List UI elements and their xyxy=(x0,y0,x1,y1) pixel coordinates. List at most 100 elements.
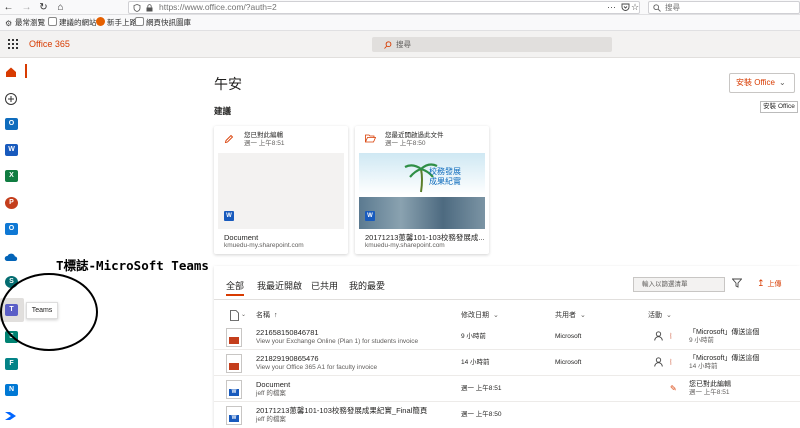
more-icon[interactable]: ··· xyxy=(607,2,616,13)
app-rail: O W X P O S T S F N xyxy=(0,58,27,428)
recommended-card-report[interactable]: 您最近開啟過此文件 週一 上午8:50 校務發展 成果紀實 W 20171213… xyxy=(355,126,489,254)
brand-title[interactable]: Office 365 xyxy=(29,39,70,50)
onenote-icon: N xyxy=(5,384,18,396)
table-row[interactable]: 221658150846781 View your Exchange Onlin… xyxy=(214,324,800,350)
file-type-icon xyxy=(230,310,239,321)
back-icon[interactable]: ← xyxy=(2,1,15,14)
attachment-icon: ⦚ xyxy=(670,358,672,367)
divider xyxy=(214,299,800,300)
install-office-button[interactable]: 安裝 Office ⌄ xyxy=(729,73,795,93)
word-icon: W xyxy=(224,211,234,221)
power-automate-icon xyxy=(5,412,16,420)
chevron-down-icon: ⌄ xyxy=(493,312,499,319)
chevron-down-icon[interactable]: ⌄ xyxy=(241,311,246,320)
annotation-text: T標誌-MicroSoft Teams xyxy=(56,258,209,273)
gear-icon: ⚙ xyxy=(5,19,13,28)
tab-shared[interactable]: 已共用 xyxy=(311,281,338,292)
bookmark-getting-started[interactable]: 新手上路 xyxy=(96,17,137,29)
card-thumbnail: 校務發展 成果紀實 W xyxy=(359,153,485,229)
outlook-icon: O xyxy=(5,118,18,130)
pencil-icon xyxy=(224,134,234,144)
forms-icon: F xyxy=(5,358,18,370)
annotation-ellipse xyxy=(0,273,98,351)
search-icon xyxy=(384,41,392,49)
pdf-file-icon xyxy=(226,328,242,347)
rail-outlook-mail[interactable]: O xyxy=(4,221,20,237)
rail-powerpoint[interactable]: P xyxy=(4,195,20,211)
pencil-icon: ✎ xyxy=(670,384,677,393)
rail-excel[interactable]: X xyxy=(4,168,20,184)
active-indicator xyxy=(25,64,27,78)
pocket-icon[interactable] xyxy=(621,3,630,12)
browser-search-input[interactable]: 搜尋 xyxy=(648,1,800,14)
rail-onedrive[interactable] xyxy=(4,248,20,264)
column-activity[interactable]: 活動 ⌄ xyxy=(648,311,672,320)
word-icon: W xyxy=(5,144,18,156)
table-row[interactable]: W 20171213蔥馨101-103校務發展成果紀實_Final簡頁 jeff… xyxy=(214,402,800,428)
filter-input[interactable]: 輸入以篩選清單 xyxy=(633,277,725,292)
filter-icon[interactable] xyxy=(732,278,742,288)
recommended-title: 建議 xyxy=(214,106,232,116)
files-panel: 全部 我最近開啟 已共用 我的最愛 輸入以篩選清單 ↥ 上傳 ⌄ 名稱 ↑ 修改日期… xyxy=(214,266,800,428)
word-file-icon: W xyxy=(226,380,242,399)
o365-header: Office 365 搜尋 xyxy=(0,31,800,58)
browser-search-placeholder: 搜尋 xyxy=(665,3,680,12)
install-office-tooltip: 安裝 Office xyxy=(760,101,798,113)
url-text: https://www.office.com/?auth=2 xyxy=(159,2,277,12)
group-photo xyxy=(359,197,485,229)
reload-icon[interactable]: ↻ xyxy=(37,1,50,14)
recommended-card-document[interactable]: 您已對此編輯 週一 上午8:51 W Document kmuedu-my.sh… xyxy=(214,126,348,254)
home-icon xyxy=(6,67,16,77)
browser-toolbar: ← → ↻ ⌂ https://www.office.com/?auth=2 ·… xyxy=(0,0,800,15)
tab-all[interactable]: 全部 xyxy=(226,281,244,292)
word-icon: W xyxy=(365,211,375,221)
chevron-down-icon: ⌄ xyxy=(580,312,586,319)
search-icon xyxy=(653,4,661,12)
rail-power-automate[interactable] xyxy=(4,408,20,424)
tab-recent[interactable]: 我最近開啟 xyxy=(257,281,302,292)
page-icon xyxy=(135,17,144,26)
o365-search-placeholder: 搜尋 xyxy=(396,40,411,49)
folder-open-icon xyxy=(365,134,376,143)
powerpoint-icon: P xyxy=(5,197,18,209)
onedrive-icon xyxy=(4,253,18,261)
active-tab-indicator xyxy=(226,294,244,296)
bookmark-suggested[interactable]: 建議的網站 xyxy=(48,17,97,29)
page-icon xyxy=(48,17,57,26)
rail-create[interactable] xyxy=(4,91,20,107)
word-file-icon: W xyxy=(226,406,242,425)
table-row[interactable]: W Document jeff 的檔案 週一 上午8:51 ✎ 您已對此編輯 週… xyxy=(214,376,800,402)
add-circle-icon xyxy=(5,93,17,105)
rail-forms[interactable]: F xyxy=(4,356,20,372)
attachment-icon: ⦚ xyxy=(670,332,672,341)
tab-favorites[interactable]: 我的最愛 xyxy=(349,281,385,292)
shield-icon xyxy=(133,4,141,12)
forward-icon[interactable]: → xyxy=(20,1,33,14)
thumbnail-title: 校務發展 xyxy=(429,167,461,176)
chevron-down-icon: ⌄ xyxy=(666,312,672,319)
star-icon[interactable]: ☆ xyxy=(631,2,639,13)
upload-button[interactable]: ↥ 上傳 xyxy=(757,278,782,290)
o365-search-input[interactable]: 搜尋 xyxy=(372,37,612,52)
card-thumbnail: W xyxy=(218,153,344,229)
column-shared-by[interactable]: 共用者 ⌄ xyxy=(555,311,586,320)
home-icon[interactable]: ⌂ xyxy=(54,1,67,14)
bookmark-most-visited[interactable]: ⚙ 最常瀏覽 xyxy=(5,17,45,29)
rail-word[interactable]: W xyxy=(4,142,20,158)
rail-onenote[interactable]: N xyxy=(4,382,20,398)
address-bar[interactable]: https://www.office.com/?auth=2 ··· ☆ xyxy=(128,1,640,14)
table-row[interactable]: 221829190865476 View your Office 365 A1 … xyxy=(214,350,800,376)
upload-icon: ↥ xyxy=(757,278,765,288)
chevron-down-icon: ⌄ xyxy=(778,78,786,87)
thumbnail-subtitle: 成果紀實 xyxy=(429,177,461,186)
person-icon xyxy=(654,331,663,341)
column-modified[interactable]: 修改日期 ⌄ xyxy=(461,311,499,320)
lock-icon xyxy=(146,4,153,12)
column-name[interactable]: 名稱 ↑ xyxy=(256,311,278,320)
bookmarks-bar: ⚙ 最常瀏覽 建議的網站 新手上路 網頁快訊圖庫 xyxy=(0,15,800,31)
rail-home[interactable] xyxy=(4,64,20,80)
app-launcher-icon[interactable] xyxy=(8,39,18,49)
rail-outlook[interactable]: O xyxy=(4,116,20,132)
bookmark-web-slice[interactable]: 網頁快訊圖庫 xyxy=(135,17,191,29)
sort-icon: ↑ xyxy=(274,312,278,319)
